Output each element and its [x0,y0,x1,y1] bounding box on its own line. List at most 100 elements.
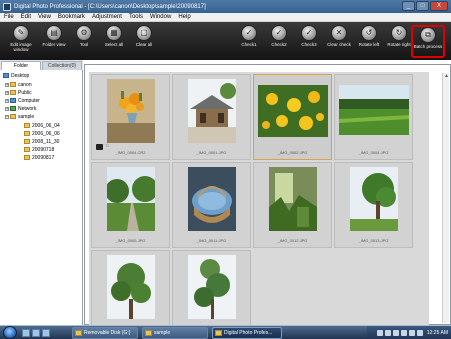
folder-icon [24,147,30,152]
tray-icon[interactable] [400,329,407,336]
thumbnail-item-selected[interactable]: _IMG_0002.JPG [253,74,332,160]
tree-item-computer[interactable]: + Computer [5,98,40,105]
system-tray: 12:25 AM [367,326,451,339]
menu-window[interactable]: Window [150,14,171,20]
tree-item-sample[interactable]: − sample [5,114,34,121]
thumbnail-item[interactable]: _IMG_0012.JPG [253,162,332,248]
task-digital-photo-professional[interactable]: Digital Photo Profes... [212,327,282,339]
thumbnail-caption: _IMG_0004.CR2 [115,150,146,155]
check1-button[interactable]: ✓ Check1 [232,25,266,58]
task-removable-disk[interactable]: Removable Disk (G:) [72,327,138,339]
explorer-icon[interactable] [32,329,40,337]
tool-button[interactable]: ⚙ Tool [67,25,101,58]
menu-edit[interactable]: Edit [21,14,31,20]
tab-collection[interactable]: Collection(0) [42,61,82,70]
show-desktop-icon[interactable] [22,329,30,337]
tree-item-2006-06-06[interactable]: 2006_06_06 [24,131,60,138]
photo-green-field [338,85,409,135]
menu-help[interactable]: Help [178,14,190,20]
photo-garden-plants [268,167,317,231]
thumbnail-item[interactable]: _IMG_0013.JPG [334,162,413,248]
menu-file[interactable]: File [4,14,14,20]
photo-temple [187,79,236,143]
scroll-up-icon[interactable]: ▲ [443,73,450,80]
panel-tabs: Folder Collection(0) [0,60,83,70]
window-title: Digital Photo Professional - [C:\Users\c… [14,3,206,10]
check1-icon: ✓ [241,25,257,41]
thumbnail-caption: _IMG_0004.JPG [358,150,389,155]
edit-image-icon: ✎ [13,25,29,41]
thumbnail-caption: _IMG_0001.JPG [196,150,227,155]
clock[interactable]: 12:25 AM [427,330,448,336]
expand-icon[interactable]: + [5,83,9,87]
rotate-left-icon: ↺ [361,25,377,41]
thumbnail-item[interactable]: _IMG_0011.JPG [172,162,251,248]
vertical-scrollbar[interactable]: ▲ [442,73,449,323]
network-icon [10,106,16,111]
menu-bar: File Edit View Bookmark Adjustment Tools… [0,13,451,22]
menu-bookmark[interactable]: Bookmark [58,14,85,20]
check3-button[interactable]: ✓ Check3 [292,25,326,58]
thumbnail-item[interactable]: _IMG_0001.JPG [172,74,251,160]
tray-icon[interactable] [408,329,415,336]
menu-view[interactable]: View [38,14,51,20]
tray-icon[interactable] [392,329,399,336]
thumbnail-item[interactable]: _IMG_0014.JPG [91,250,170,336]
collapse-icon[interactable]: − [5,115,9,119]
desktop-icon [3,73,9,78]
thumbnail-item[interactable]: _IMG_0004.JPG [334,74,413,160]
tree-item-canon[interactable]: + canon [5,82,32,89]
select-all-button[interactable]: ▦ Select all [97,25,131,58]
minimize-button[interactable]: _ [402,1,415,11]
tray-icon[interactable] [384,329,391,336]
folder-icon [75,330,82,336]
maximize-button[interactable]: □ [416,1,429,11]
rotate-right-icon: ↻ [391,25,407,41]
expand-icon[interactable]: + [5,91,9,95]
tray-icon[interactable] [376,329,383,336]
close-button[interactable]: X [430,1,448,11]
folder-icon [24,155,30,160]
clear-check-icon: ✕ [331,25,347,41]
check-mark-icon: ☆ [105,143,110,149]
thumbnail-caption: _IMG_0012.JPG [277,238,308,243]
menu-tools[interactable]: Tools [129,14,143,20]
clear-all-button[interactable]: ▢ Clear all [127,25,161,58]
thumbnail-item[interactable]: ☆ _IMG_0004.CR2 [91,74,170,160]
batch-process-button[interactable]: ⧉ Batch process [411,25,445,58]
menu-adjustment[interactable]: Adjustment [92,14,122,20]
expand-icon[interactable]: + [5,107,9,111]
task-sample[interactable]: sample [142,327,208,339]
edit-image-window-button[interactable]: ✎ Edit image window [4,25,38,58]
tree-item-public[interactable]: + Public [5,90,32,97]
check3-icon: ✓ [301,25,317,41]
title-bar: Digital Photo Professional - [C:\Users\c… [0,0,451,13]
check2-button[interactable]: ✓ Check2 [262,25,296,58]
thumbnail-caption: _IMG_0005.JPG [115,238,146,243]
photo-country-road [106,167,155,231]
tree-item-desktop[interactable]: Desktop [3,73,29,80]
rotate-left-button[interactable]: ↺ Rotate left [352,25,386,58]
tree-item-2006-06-04[interactable]: 2006_06_04 [24,123,60,130]
taskbar: Removable Disk (G:) sample Digital Photo… [0,325,451,339]
clear-check-button[interactable]: ✕ Clear check [322,25,356,58]
browser-icon[interactable] [42,329,50,337]
folder-icon [24,131,30,136]
folder-icon [24,123,30,128]
thumbnail-item[interactable]: _IMG_0005.JPG [91,162,170,248]
app-icon [215,330,222,336]
thumbnail-item[interactable]: _IMG_0015.JPG [172,250,251,336]
folder-icon [24,139,30,144]
thumbnail-grid: ☆ _IMG_0004.CR2 _IMG_0001.JPG _IMG_0002.… [89,72,429,336]
folder-view-button[interactable]: ▤ Folder view [37,25,71,58]
start-button[interactable] [3,326,17,339]
tab-folder[interactable]: Folder [1,61,41,70]
tree-item-network[interactable]: + Network [5,106,36,113]
tree-item-2008-11-30[interactable]: 2008_11_30 [24,139,59,146]
volume-icon[interactable] [416,329,423,336]
photo-tree [187,255,236,319]
tree-item-20090817[interactable]: 20090817 [24,155,54,162]
expand-icon[interactable]: + [5,99,9,103]
computer-icon [10,98,16,103]
tree-item-20090718[interactable]: 20090718 [24,147,54,154]
